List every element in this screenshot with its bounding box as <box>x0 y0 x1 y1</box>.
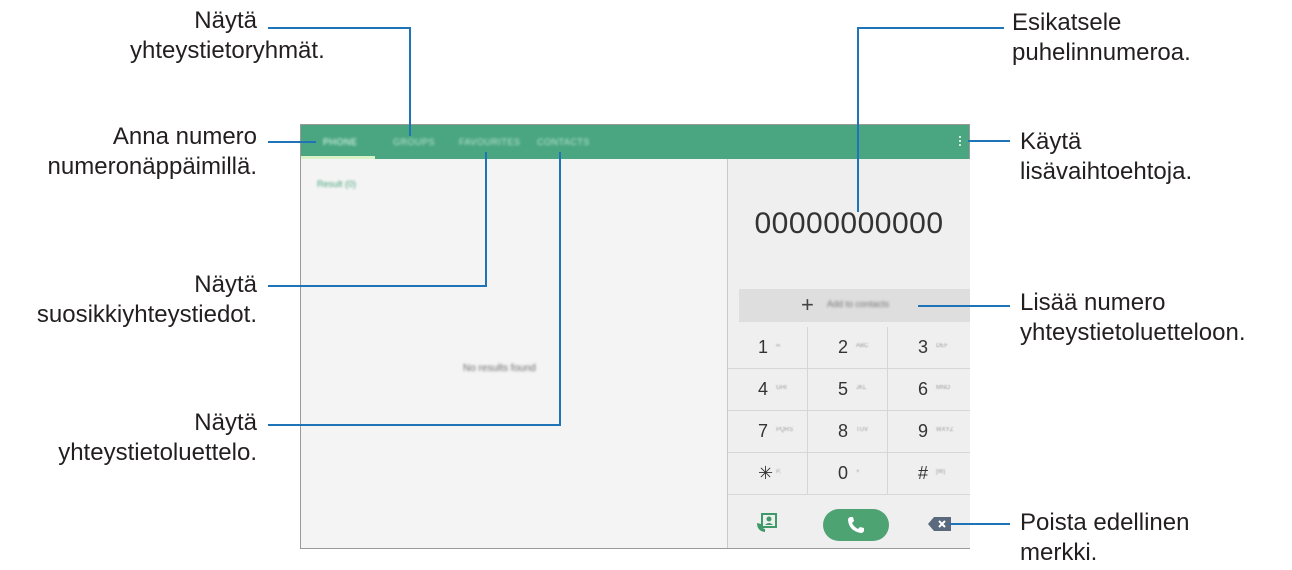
callout-keypad-line1: Anna numero <box>112 123 257 150</box>
key-4[interactable]: 4 GHI <box>728 369 808 411</box>
key-letters: DEF <box>936 343 948 349</box>
key-0[interactable]: 0 + <box>808 453 888 495</box>
contacts-icon[interactable] <box>756 513 778 533</box>
plus-icon: + <box>801 292 814 317</box>
key-digit: 0 <box>838 463 849 483</box>
key-letters: P, <box>776 469 781 475</box>
phone-icon <box>848 517 864 533</box>
callout-contacts-line1: Näytä <box>194 409 257 436</box>
key-digit: 7 <box>758 421 769 441</box>
callout-groups-line2: yhteystietoryhmät. <box>130 37 325 64</box>
key-digit: 1 <box>758 337 769 357</box>
callout-preview-line2: puhelinnumeroa. <box>1012 39 1191 66</box>
key-digit: ✳ <box>758 463 774 483</box>
tab-bar: PHONE GROUPS FAVOURITES CONTACTS <box>301 125 969 159</box>
key-2[interactable]: 2 ABC <box>808 327 888 369</box>
dialed-number: 00000000000 <box>754 207 944 240</box>
dialer-actions <box>728 497 970 548</box>
tab-favourites[interactable]: FAVOURITES <box>459 125 520 159</box>
result-count: Result (0) <box>317 179 357 189</box>
tab-groups[interactable]: GROUPS <box>393 125 435 159</box>
key-letters: [W] <box>936 469 945 475</box>
key-digit: # <box>918 463 929 483</box>
callout-favourites-line2: suosikkiyhteystiedot. <box>36 301 257 328</box>
callout-add-line1: Lisää numero <box>1020 289 1166 316</box>
callout-preview: Esikatsele puhelinnumeroa. <box>1012 8 1191 68</box>
callout-groups-line1: Näytä <box>194 7 257 34</box>
key-letters: JKL <box>856 385 867 391</box>
key-letters: WXYZ <box>936 427 954 433</box>
callout-contacts: Näytä yhteystietoluettelo. <box>10 408 257 468</box>
key-letters: PQRS <box>776 427 794 433</box>
key-5[interactable]: 5 JKL <box>808 369 888 411</box>
more-vert-icon[interactable] <box>957 134 963 150</box>
add-to-contacts-button[interactable]: + Add to contacts <box>739 289 970 322</box>
callout-add: Lisää numero yhteystietoluetteloon. <box>1020 288 1245 348</box>
key-digit: 6 <box>918 379 929 399</box>
callout-options: Käytä lisävaihtoehtoja. <box>1020 127 1192 187</box>
callout-keypad-line2: numeronäppäimillä. <box>47 153 257 180</box>
callout-preview-line1: Esikatsele <box>1012 9 1122 36</box>
key-digit: 2 <box>838 337 849 357</box>
callout-delete-line1: Poista edellinen <box>1020 509 1190 536</box>
key-8[interactable]: 8 TUV <box>808 411 888 453</box>
callout-keypad: Anna numero numeronäppäimillä. <box>30 122 257 182</box>
callout-groups: Näytä yhteystietoryhmät. <box>130 6 325 66</box>
call-button[interactable] <box>823 509 889 541</box>
key-letters: ∞ <box>776 343 781 349</box>
callout-contacts-line2: yhteystietoluettelo. <box>58 439 257 466</box>
key-9[interactable]: 9 WXYZ <box>888 411 970 453</box>
key-digit: 3 <box>918 337 929 357</box>
empty-message: No results found <box>463 363 536 374</box>
key-letters: GHI <box>776 385 787 391</box>
key-1[interactable]: 1 ∞ <box>728 327 808 369</box>
callout-favourites-line1: Näytä <box>194 271 257 298</box>
key-digit: 8 <box>838 421 849 441</box>
key-digit: 9 <box>918 421 929 441</box>
callout-favourites: Näytä suosikkiyhteystiedot. <box>0 270 257 330</box>
callout-options-line1: Käytä <box>1020 128 1082 155</box>
phone-app-screen: PHONE GROUPS FAVOURITES CONTACTS Result … <box>300 124 970 549</box>
key-letters: TUV <box>856 427 868 433</box>
key-letters: ABC <box>856 343 869 349</box>
search-results-pane: Result (0) No results found <box>301 159 728 548</box>
callout-delete: Poista edellinen merkki. <box>1020 508 1189 568</box>
key-digit: 4 <box>758 379 769 399</box>
key-letters: + <box>856 469 860 475</box>
key-letters: MNO <box>936 385 950 391</box>
key-star[interactable]: ✳ P, <box>728 453 808 495</box>
callout-delete-line2: merkki. <box>1020 539 1098 566</box>
tab-contacts[interactable]: CONTACTS <box>537 125 590 159</box>
backspace-icon[interactable] <box>928 517 952 531</box>
callout-add-line2: yhteystietoluetteloon. <box>1020 319 1246 346</box>
callout-options-line2: lisävaihtoehtoja. <box>1020 158 1193 185</box>
key-hash[interactable]: # [W] <box>888 453 970 495</box>
key-6[interactable]: 6 MNO <box>888 369 970 411</box>
add-to-contacts-label: Add to contacts <box>827 299 890 309</box>
key-7[interactable]: 7 PQRS <box>728 411 808 453</box>
dialer-pane: 00000000000 + Add to contacts 1 ∞ 2 ABC 3D… <box>728 159 970 548</box>
tab-phone[interactable]: PHONE <box>323 125 358 159</box>
key-3[interactable]: 3 DEF <box>888 327 970 369</box>
key-digit: 5 <box>838 379 849 399</box>
